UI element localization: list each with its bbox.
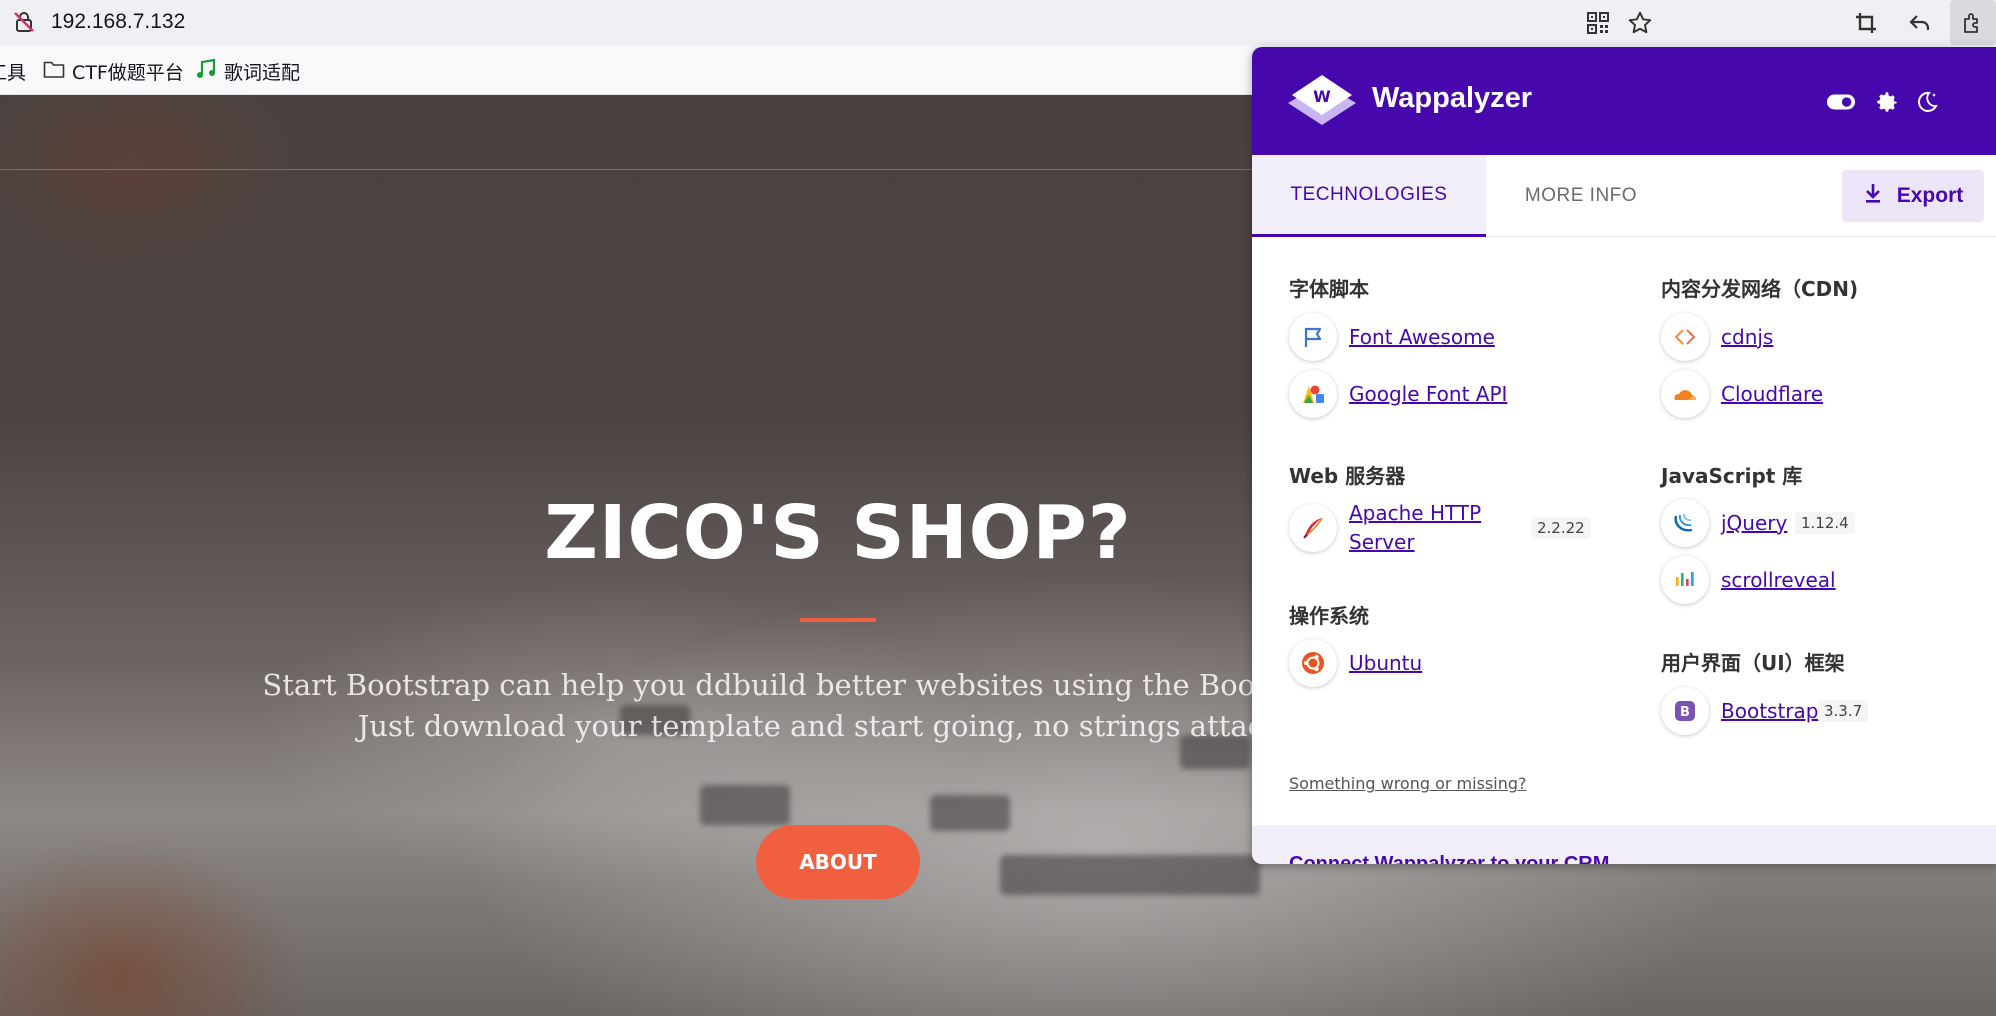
insecure-lock-icon[interactable]: [12, 10, 36, 34]
category-title-javascript: JavaScript 库: [1661, 464, 1803, 488]
apache-feather-icon: [1289, 504, 1337, 552]
tab-more-info[interactable]: MORE INFO: [1486, 155, 1676, 237]
bookmark-label: CTF做题平台: [72, 62, 184, 84]
jquery-icon: [1661, 499, 1709, 547]
tech-link-line: Server: [1349, 530, 1415, 554]
tech-link[interactable]: Google Font API: [1349, 380, 1507, 409]
tech-link[interactable]: Bootstrap: [1721, 697, 1818, 726]
qr-code-icon[interactable]: [1584, 9, 1612, 37]
keyboard-bg-shape: [930, 795, 1010, 831]
tech-link[interactable]: Cloudflare: [1721, 380, 1823, 409]
undo-icon[interactable]: [1906, 9, 1934, 37]
music-note-icon: [195, 58, 217, 85]
extensions-puzzle-icon[interactable]: [1950, 0, 1996, 45]
tech-link[interactable]: Ubuntu: [1349, 649, 1422, 678]
tech-item-jquery: jQuery: [1661, 499, 1787, 547]
tech-link[interactable]: Font Awesome: [1349, 323, 1495, 352]
bookmark-label: 工具: [0, 62, 27, 84]
dark-mode-moon-icon[interactable]: [1912, 87, 1942, 117]
footer-text[interactable]: Connect Wappalyzer to your CRM: [1289, 853, 1609, 864]
tech-item-font-awesome: Font Awesome: [1289, 313, 1495, 361]
bookmark-item-lyrics[interactable]: 歌词适配: [195, 58, 300, 85]
cloudflare-icon: [1661, 370, 1709, 418]
svg-text:W: W: [1313, 87, 1331, 106]
cdnjs-icon: [1661, 313, 1709, 361]
category-title-cdn: 内容分发网络（CDN): [1661, 277, 1859, 301]
svg-text:B: B: [1680, 705, 1690, 720]
tech-item-cdnjs: cdnjs: [1661, 313, 1773, 361]
tech-link[interactable]: scrollreveal: [1721, 566, 1836, 595]
settings-gear-icon[interactable]: [1872, 87, 1902, 117]
export-label: Export: [1896, 184, 1964, 207]
wappalyzer-logo-icon: W: [1286, 69, 1358, 135]
wappalyzer-header: W Wappalyzer: [1252, 47, 1996, 155]
tech-item-ubuntu: Ubuntu: [1289, 639, 1422, 687]
report-issue-link[interactable]: Something wrong or missing?: [1289, 774, 1527, 793]
export-button[interactable]: Export: [1842, 170, 1984, 222]
toggle-switch-icon[interactable]: [1826, 87, 1856, 117]
tech-link[interactable]: cdnjs: [1721, 323, 1773, 352]
tech-item-apache: Apache HTTP Server: [1289, 499, 1481, 557]
bookmark-star-icon[interactable]: [1626, 9, 1654, 37]
category-title-os: 操作系统: [1289, 604, 1369, 628]
scrollreveal-icon: [1661, 556, 1709, 604]
category-title-fonts: 字体脚本: [1289, 277, 1369, 301]
category-title-webserver: Web 服务器: [1289, 464, 1406, 488]
version-badge: 3.3.7: [1818, 700, 1869, 722]
tech-link[interactable]: jQuery: [1721, 509, 1787, 538]
version-badge: 2.2.22: [1531, 517, 1591, 539]
keyboard-bg-shape: [700, 785, 790, 825]
category-title-ui-framework: 用户界面（UI）框架: [1661, 651, 1845, 675]
bookmark-label: 歌词适配: [224, 62, 301, 84]
keyboard-bg-shape: [1000, 855, 1260, 895]
bookmark-folder-ctf[interactable]: CTF做题平台: [43, 58, 184, 85]
wappalyzer-title: Wappalyzer: [1372, 82, 1533, 114]
tech-link[interactable]: Apache HTTP Server: [1349, 499, 1481, 557]
version-badge: 1.12.4: [1795, 512, 1855, 534]
about-button[interactable]: ABOUT: [756, 825, 920, 899]
google-fonts-icon: [1289, 370, 1337, 418]
wappalyzer-tabs: TECHNOLOGIES MORE INFO Export: [1252, 155, 1996, 237]
tech-item-bootstrap: B Bootstrap: [1661, 687, 1818, 735]
wappalyzer-popup: W Wappalyzer TECHNOLOGIES MORE INFO Expo…: [1252, 47, 1996, 864]
tech-item-scrollreveal: scrollreveal: [1661, 556, 1836, 604]
download-icon: [1863, 182, 1883, 210]
bootstrap-icon: B: [1661, 687, 1709, 735]
url-text[interactable]: 192.168.7.132: [51, 10, 185, 34]
address-bar: 192.168.7.132: [0, 0, 1996, 45]
bookmark-item-tools[interactable]: 工具: [0, 58, 26, 85]
crop-screenshot-icon[interactable]: [1852, 9, 1880, 37]
ubuntu-icon: [1289, 639, 1337, 687]
tech-item-cloudflare: Cloudflare: [1661, 370, 1823, 418]
hero-divider: [800, 618, 876, 622]
font-awesome-flag-icon: [1289, 313, 1337, 361]
tech-item-google-font-api: Google Font API: [1289, 370, 1507, 418]
folder-icon: [43, 59, 65, 84]
tech-link-line: Apache HTTP: [1349, 501, 1482, 525]
tab-technologies[interactable]: TECHNOLOGIES: [1252, 155, 1486, 237]
footer-banner: Connect Wappalyzer to your CRM: [1252, 825, 1996, 864]
